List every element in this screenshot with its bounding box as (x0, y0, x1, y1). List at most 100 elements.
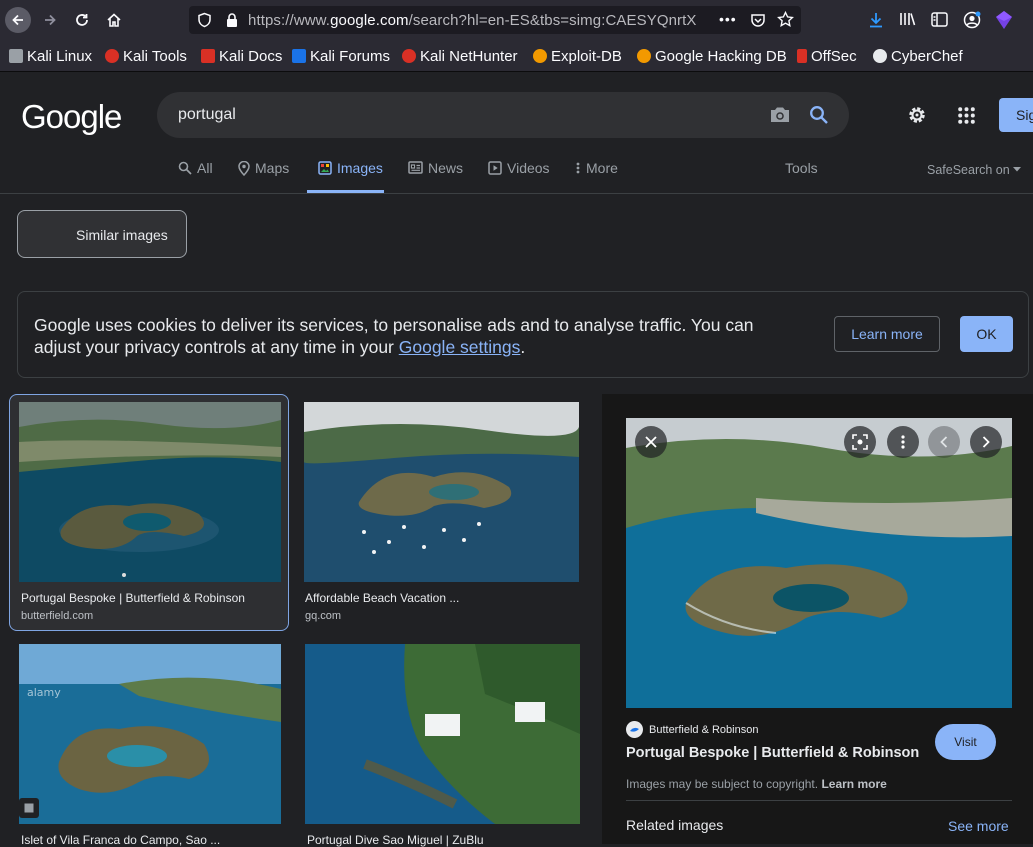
tab-more[interactable]: More (575, 160, 618, 193)
bookmark-label: Kali Tools (123, 47, 187, 65)
tab-images[interactable]: Images (307, 160, 384, 193)
url-bar[interactable]: https://www.google.com/search?hl=en-ES&t… (189, 6, 801, 34)
lens-button[interactable] (844, 426, 876, 458)
home-button[interactable] (101, 7, 127, 33)
bookmark-google-hacking-db[interactable]: Google Hacking DB (637, 47, 787, 65)
tab-all[interactable]: All (178, 160, 213, 193)
bookmark-label: Exploit-DB (551, 47, 622, 65)
kali-tools-icon (105, 49, 119, 63)
tools-label: Tools (785, 160, 818, 176)
preview-image[interactable] (626, 418, 1012, 708)
tools-button[interactable]: Tools (785, 160, 818, 193)
bookmark-kali-docs[interactable]: Kali Docs (201, 47, 282, 65)
bookmark-label: Kali Linux (27, 47, 93, 65)
pocket-icon[interactable] (750, 12, 766, 28)
safesearch-label: SafeSearch on (927, 163, 1010, 177)
camera-icon[interactable] (769, 106, 791, 124)
preview-title[interactable]: Portugal Bespoke | Butterfield & Robinso… (626, 745, 919, 761)
bookmark-offsec[interactable]: OffSec (797, 47, 857, 65)
result-image[interactable] (305, 644, 580, 824)
dropdown-arrow-icon (1012, 167, 1021, 172)
result-domain: butterfield.com (21, 610, 94, 622)
tab-label: Maps (255, 160, 290, 176)
forward-button[interactable] (37, 7, 63, 33)
bookmark-label: Kali Forums (310, 47, 391, 65)
result-title[interactable]: Islet of Vila Franca do Campo, Sao ... (21, 833, 279, 847)
page-actions-icon[interactable]: ••• (719, 11, 737, 27)
result-domain: gq.com (305, 610, 342, 622)
bookmark-kali-linux[interactable]: Kali Linux (9, 47, 92, 65)
result-title[interactable]: Portugal Dive Sao Miguel | ZuBlu (307, 833, 567, 847)
similar-images-button[interactable]: Similar images (17, 210, 187, 258)
result-title[interactable]: Portugal Bespoke | Butterfield & Robinso… (21, 591, 279, 605)
related-images-heading: Related images (626, 817, 724, 833)
search-icon[interactable] (809, 105, 829, 125)
cyberchef-icon (873, 49, 887, 63)
tab-maps[interactable]: Maps (238, 160, 289, 193)
kali-dragon-icon (9, 49, 23, 63)
cookie-banner: Google uses cookies to deliver its servi… (17, 291, 1029, 378)
google-settings-link[interactable]: Google settings (399, 337, 521, 357)
pin-icon (238, 161, 250, 176)
apps-grid-icon[interactable] (958, 107, 975, 124)
bookmark-kali-forums[interactable]: Kali Forums (292, 47, 390, 65)
kali-docs-icon (201, 49, 215, 63)
close-button[interactable] (635, 426, 667, 458)
copyright-learn-more-link[interactable]: Learn more (821, 777, 886, 791)
result-image[interactable] (19, 402, 281, 582)
learn-more-button[interactable]: Learn more (834, 316, 940, 352)
bookmark-label: CyberChef (891, 47, 963, 65)
image-badge-icon (19, 798, 39, 818)
bookmark-label: OffSec (811, 47, 857, 65)
sign-in-button[interactable]: Sign in (999, 98, 1033, 132)
image-preview-panel: Butterfield & Robinson Portugal Bespoke … (602, 394, 1033, 844)
kali-nethunter-icon (402, 49, 416, 63)
more-options-button[interactable] (887, 426, 919, 458)
search-input[interactable]: portugal (178, 106, 236, 124)
cookie-text-end: . (520, 337, 526, 357)
lock-icon[interactable] (225, 12, 239, 28)
library-icon[interactable] (899, 11, 917, 27)
reload-button[interactable] (69, 7, 95, 33)
bookmark-kali-nethunter[interactable]: Kali NetHunter (402, 47, 518, 65)
bookmark-cyberchef[interactable]: CyberChef (873, 47, 963, 65)
result-title[interactable]: Affordable Beach Vacation ... (305, 591, 565, 605)
cookie-text: Google uses cookies to deliver its servi… (34, 315, 754, 357)
result-image[interactable]: alamy (19, 644, 281, 824)
image-icon (318, 161, 332, 175)
news-icon (408, 161, 423, 174)
url-path: /search?hl=en-ES&tbs=simg:CAESYQnrtX (408, 12, 697, 29)
kali-forums-icon (292, 49, 306, 63)
back-button[interactable] (5, 7, 31, 33)
preview-source[interactable]: Butterfield & Robinson (649, 724, 758, 736)
account-icon[interactable] (963, 11, 981, 29)
extension-icon[interactable] (995, 10, 1013, 30)
tab-label: More (586, 160, 618, 176)
download-icon[interactable] (868, 11, 884, 29)
safesearch-toggle[interactable]: SafeSearch on (927, 163, 1021, 196)
tab-news[interactable]: News (408, 160, 463, 193)
result-image[interactable] (304, 402, 579, 582)
url-text[interactable]: https://www.google.com/search?hl=en-ES&t… (248, 12, 704, 29)
tab-label: All (197, 160, 213, 176)
visit-button[interactable]: Visit (935, 724, 996, 760)
bookmark-star-icon[interactable] (777, 11, 794, 28)
bookmark-exploit-db[interactable]: Exploit-DB (533, 47, 622, 65)
url-prefix: https://www. (248, 12, 331, 29)
tracking-shield-icon[interactable] (197, 12, 212, 28)
search-icon (178, 161, 192, 175)
cookie-message: Google uses cookies to deliver its servi… (34, 314, 804, 358)
sidebar-icon[interactable] (931, 12, 948, 27)
tab-videos[interactable]: Videos (488, 160, 550, 193)
ghdb-icon (637, 49, 651, 63)
tab-label: Images (337, 160, 383, 176)
bookmark-kali-tools[interactable]: Kali Tools (105, 47, 187, 65)
search-box[interactable]: portugal (157, 92, 849, 138)
settings-gear-icon[interactable] (906, 104, 928, 126)
see-more-link[interactable]: See more (948, 818, 1009, 834)
tab-label: Videos (507, 160, 550, 176)
previous-button[interactable] (928, 426, 960, 458)
ok-button[interactable]: OK (960, 316, 1013, 352)
next-button[interactable] (970, 426, 1002, 458)
google-logo[interactable]: Google (21, 98, 122, 136)
